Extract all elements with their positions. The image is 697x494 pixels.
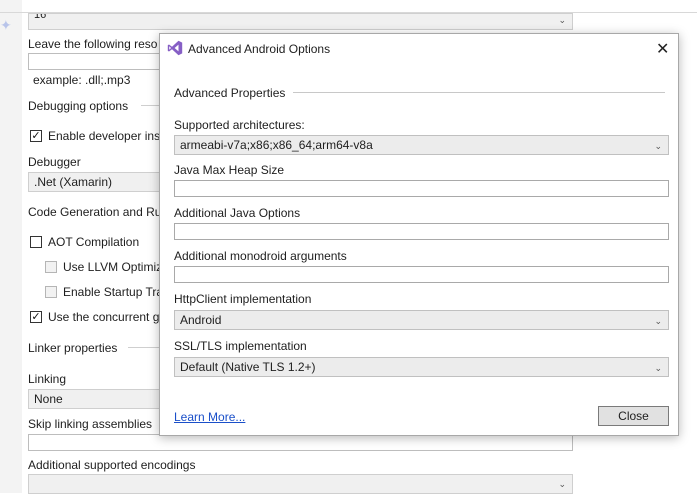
learn-more-link[interactable]: Learn More...: [174, 410, 245, 424]
java-heap-input[interactable]: [174, 180, 669, 197]
startup-tracing-label: Enable Startup Tra: [63, 285, 164, 299]
concurrent-gc-checkbox[interactable]: ✓: [30, 311, 42, 323]
top-combo-value: 16: [34, 13, 47, 21]
skip-linking-input[interactable]: [28, 434, 573, 451]
chevron-down-icon: ⌄: [558, 15, 566, 25]
skip-linking-label: Skip linking assemblies: [28, 417, 153, 431]
advanced-android-options-dialog: Advanced Android Options ✕ Advanced Prop…: [159, 33, 679, 436]
linking-value: None: [34, 392, 63, 406]
ssl-label: SSL/TLS implementation: [174, 339, 307, 353]
top-combo[interactable]: 16 ⌄: [28, 13, 573, 30]
debugger-combo[interactable]: .Net (Xamarin): [28, 172, 168, 192]
debugger-value: .Net (Xamarin): [34, 175, 113, 189]
chevron-down-icon: ⌄: [654, 141, 662, 151]
debugger-label: Debugger: [28, 155, 81, 169]
aot-checkbox[interactable]: [30, 236, 42, 248]
debugging-options-header: Debugging options: [28, 99, 129, 113]
supported-arch-label: Supported architectures:: [174, 118, 305, 132]
ssl-value: Default (Native TLS 1.2+): [180, 360, 316, 374]
chevron-down-icon: ⌄: [654, 316, 662, 326]
visual-studio-icon: [167, 40, 183, 56]
httpclient-label: HttpClient implementation: [174, 292, 312, 306]
left-strip: [0, 0, 22, 493]
httpclient-value: Android: [180, 313, 222, 327]
supported-arch-value: armeabi-v7a;x86;x86_64;arm64-v8a: [180, 138, 373, 152]
enable-developer-checkbox[interactable]: ✓: [30, 130, 42, 142]
enable-developer-label: Enable developer ins: [48, 129, 161, 143]
llvm-label: Use LLVM Optimiz: [63, 260, 163, 274]
leave-resources-label: Leave the following reso: [28, 37, 158, 51]
monodroid-label: Additional monodroid arguments: [174, 249, 347, 263]
linker-header: Linker properties: [28, 341, 118, 355]
encodings-combo[interactable]: ⌄: [28, 474, 573, 494]
ssl-combo[interactable]: Default (Native TLS 1.2+) ⌄: [174, 357, 669, 377]
check-mark-icon: ✓: [31, 130, 41, 142]
additional-java-input[interactable]: [174, 223, 669, 240]
monodroid-input[interactable]: [174, 266, 669, 283]
llvm-checkbox[interactable]: [45, 261, 57, 273]
leave-resources-example: example: .dll;.mp3: [33, 73, 131, 87]
concurrent-gc-label: Use the concurrent g: [48, 310, 160, 324]
additional-java-label: Additional Java Options: [174, 206, 301, 220]
linking-label: Linking: [28, 372, 67, 386]
codegen-header: Code Generation and Ru: [28, 205, 162, 219]
startup-tracing-checkbox[interactable]: [45, 286, 57, 298]
advanced-properties-header: Advanced Properties: [174, 86, 286, 100]
dialog-title: Advanced Android Options: [188, 42, 331, 56]
linking-combo[interactable]: None: [28, 389, 168, 409]
encodings-label: Additional supported encodings: [28, 458, 196, 472]
close-icon[interactable]: ✕: [656, 39, 669, 59]
supported-arch-combo[interactable]: armeabi-v7a;x86;x86_64;arm64-v8a ⌄: [174, 135, 669, 155]
httpclient-combo[interactable]: Android ⌄: [174, 310, 669, 330]
group-divider: [293, 92, 665, 93]
java-heap-label: Java Max Heap Size: [174, 163, 285, 177]
close-button[interactable]: Close: [598, 406, 669, 426]
chevron-down-icon: ⌄: [654, 363, 662, 373]
aot-label: AOT Compilation: [48, 235, 140, 249]
section-divider: [128, 347, 159, 348]
section-divider: [141, 105, 159, 106]
pin-star-icon: ✦: [0, 17, 12, 33]
leave-resources-input[interactable]: [28, 53, 168, 70]
chevron-down-icon: ⌄: [558, 479, 566, 489]
check-mark-icon: ✓: [31, 311, 41, 323]
